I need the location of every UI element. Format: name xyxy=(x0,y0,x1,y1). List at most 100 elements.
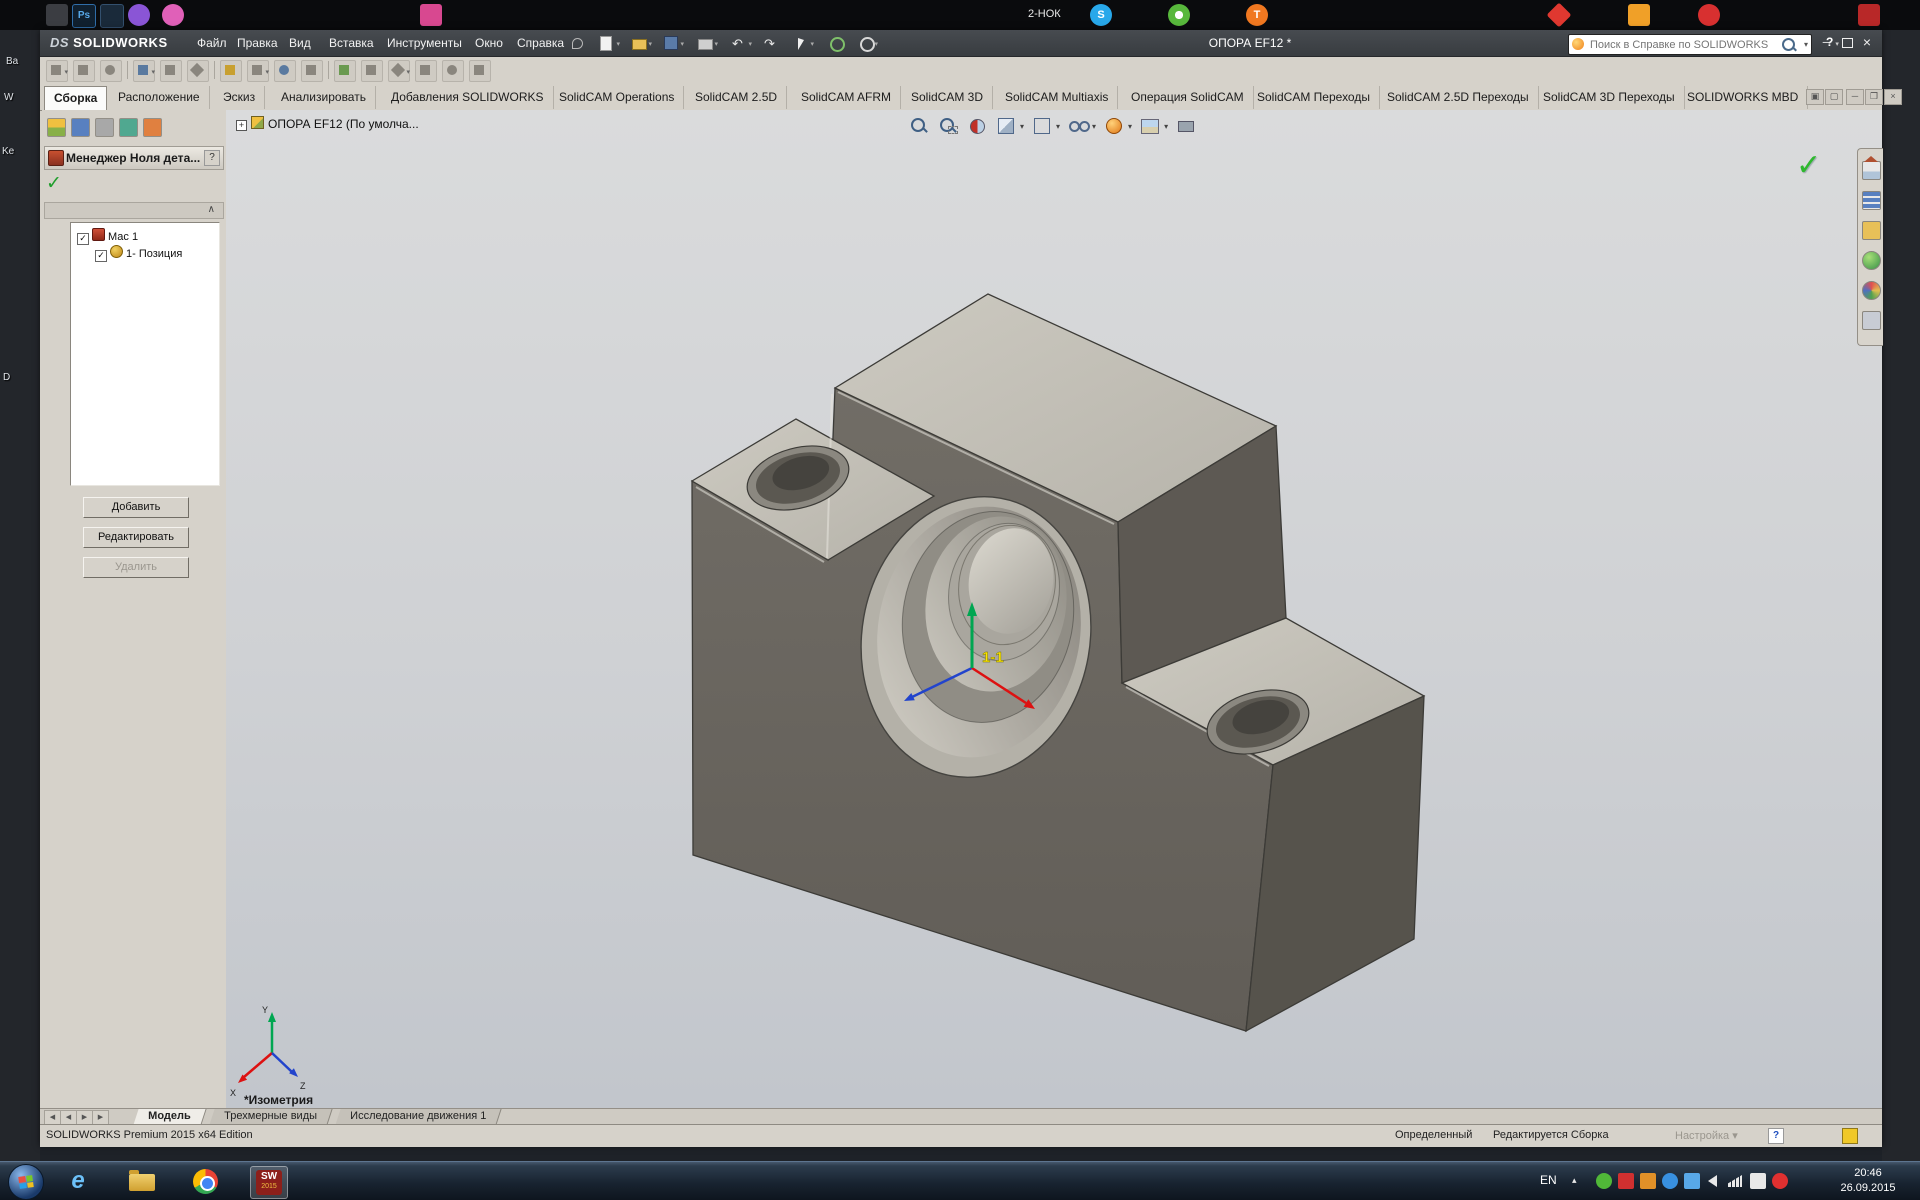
tab-solidworks-mbd[interactable]: SOLIDWORKS MBD xyxy=(1678,86,1808,109)
doc-close-button[interactable]: × xyxy=(1884,89,1902,105)
internet-explorer-icon[interactable]: e xyxy=(60,1166,96,1197)
tab-3d-views[interactable]: Трехмерные виды xyxy=(209,1109,332,1125)
toolbar-icon-5[interactable] xyxy=(160,60,182,82)
tree-row-position[interactable]: ✓1- Позиция xyxy=(95,245,182,259)
propertymanager-help-button[interactable]: ? xyxy=(204,150,220,166)
tab-motion-study-1[interactable]: Исследование движения 1 xyxy=(335,1109,501,1125)
menu-insert[interactable]: Вставка xyxy=(322,34,381,52)
select-tool-button[interactable]: ▾ xyxy=(792,35,812,51)
file-explorer-taskbar-icon[interactable] xyxy=(124,1166,160,1197)
background-app-icon-2[interactable] xyxy=(100,4,124,28)
model-3d-view[interactable]: 1-1 Y X Z xyxy=(226,110,1882,1108)
tray-icon-1[interactable] xyxy=(1596,1173,1612,1189)
checkbox-position[interactable]: ✓ xyxy=(95,250,107,262)
window-minimize-button[interactable]: ─ xyxy=(1818,35,1836,51)
tab-assembly[interactable]: Сборка xyxy=(44,86,107,111)
solidworks-taskbar-icon[interactable]: SW2015 xyxy=(250,1166,288,1199)
doc-minimize-button[interactable]: ─ xyxy=(1846,89,1864,105)
menu-file[interactable]: Файл xyxy=(190,34,234,52)
tab-solidcam-25d-transitions[interactable]: SolidCAM 2.5D Переходы xyxy=(1378,86,1539,109)
menu-pin-icon[interactable] xyxy=(572,38,583,49)
tab-solidcam-operation[interactable]: Операция SolidCAM xyxy=(1122,86,1254,109)
toolbar-icon-7[interactable] xyxy=(220,60,242,82)
show-hidden-icons-button[interactable]: ▴ xyxy=(1572,1175,1577,1186)
panel-toggle-icon-1[interactable]: ▣ xyxy=(1806,89,1824,105)
toolbar-icon-8[interactable]: ▾ xyxy=(247,60,269,82)
tab-model[interactable]: Модель xyxy=(133,1109,206,1125)
tray-icon-2[interactable] xyxy=(1618,1173,1634,1189)
background-app-icon-4[interactable] xyxy=(162,4,184,26)
toolbar-icon-10[interactable] xyxy=(301,60,323,82)
group-collapse-bar[interactable]: ∧ xyxy=(44,202,224,219)
icq-icon[interactable] xyxy=(1168,4,1190,26)
toolbar-icon-4[interactable]: ▾ xyxy=(133,60,155,82)
undo-button[interactable]: ↶▾ xyxy=(730,35,750,51)
tab-scroll-first-button[interactable]: ◀ xyxy=(44,1110,61,1125)
tab-solidcam-afrm[interactable]: SolidCAM AFRM xyxy=(792,86,901,109)
configurationmanager-tab-icon[interactable] xyxy=(95,118,114,137)
background-app-icon-9[interactable] xyxy=(1698,4,1720,26)
background-app-icon-3[interactable] xyxy=(128,4,150,26)
quick-tips-icon[interactable]: ? xyxy=(1768,1128,1784,1144)
add-button[interactable]: Добавить xyxy=(83,497,189,518)
volume-icon[interactable] xyxy=(1708,1175,1717,1187)
search-options-caret-icon[interactable]: ▾ xyxy=(1804,40,1808,49)
tab-sketch[interactable]: Эскиз xyxy=(214,86,265,109)
checkbox-mac1[interactable]: ✓ xyxy=(77,233,89,245)
new-document-button[interactable]: ▾ xyxy=(598,35,618,51)
displaymanager-tab-icon[interactable] xyxy=(143,118,162,137)
tab-scroll-last-button[interactable]: ▶ xyxy=(92,1110,109,1125)
tab-scroll-right-button[interactable]: ▶ xyxy=(76,1110,93,1125)
panel-toggle-icon-2[interactable]: ▢ xyxy=(1825,89,1843,105)
doc-restore-button[interactable]: ❐ xyxy=(1865,89,1883,105)
language-indicator[interactable]: EN xyxy=(1540,1173,1557,1187)
tab-solidcam-transitions[interactable]: SolidCAM Переходы xyxy=(1248,86,1380,109)
toolbar-icon-11[interactable] xyxy=(334,60,356,82)
toolbar-icon-15[interactable] xyxy=(442,60,464,82)
search-input[interactable] xyxy=(1588,36,1772,53)
menu-view[interactable]: Вид xyxy=(282,34,318,52)
tray-icon-3[interactable] xyxy=(1640,1173,1656,1189)
tray-icon-4[interactable] xyxy=(1662,1173,1678,1189)
tab-solidcam-3d[interactable]: SolidCAM 3D xyxy=(902,86,993,109)
start-button[interactable] xyxy=(8,1164,44,1200)
position-list-box[interactable]: ✓Мас 1 ✓1- Позиция xyxy=(70,222,220,486)
background-app-icon-8[interactable] xyxy=(1628,4,1650,26)
print-button[interactable]: ▾ xyxy=(696,35,716,51)
tab-scroll-left-button[interactable]: ◀ xyxy=(60,1110,77,1125)
skype-icon[interactable]: S xyxy=(1090,4,1112,26)
photoshop-icon[interactable]: Ps xyxy=(72,4,96,28)
toolbar-icon-6[interactable] xyxy=(187,60,209,82)
window-restore-button[interactable] xyxy=(1838,35,1856,51)
menu-window[interactable]: Окно xyxy=(468,34,510,52)
rebuild-button[interactable] xyxy=(826,35,846,51)
tray-icon-5[interactable] xyxy=(1772,1173,1788,1189)
tag-icon[interactable] xyxy=(1842,1128,1858,1144)
propertymanager-tab-icon[interactable] xyxy=(71,118,90,137)
tab-solidworks-addins[interactable]: Добавления SOLIDWORKS xyxy=(382,86,554,109)
tree-row-mac1[interactable]: ✓Мас 1 xyxy=(77,228,138,242)
toolbar-icon-13[interactable]: ▾ xyxy=(388,60,410,82)
chrome-icon[interactable] xyxy=(188,1166,224,1197)
tab-solidcam-multiaxis[interactable]: SolidCAM Multiaxis xyxy=(996,86,1118,109)
edit-button[interactable]: Редактировать xyxy=(83,527,189,548)
background-app-icon-5[interactable] xyxy=(420,4,442,26)
save-button[interactable]: ▾ xyxy=(662,35,682,51)
toolbar-icon-3[interactable] xyxy=(100,60,122,82)
tab-solidcam-25d[interactable]: SolidCAM 2.5D xyxy=(686,86,787,109)
toolbar-icon-14[interactable] xyxy=(415,60,437,82)
action-center-icon[interactable] xyxy=(1750,1173,1766,1189)
toolbar-icon-2[interactable] xyxy=(73,60,95,82)
menu-edit[interactable]: Правка xyxy=(230,34,285,52)
delete-button[interactable]: Удалить xyxy=(83,557,189,578)
graphics-viewport[interactable]: +ОПОРА EF12 (По умолча... ▾ ▾ ▾ ▾ ▾ ✓ xyxy=(226,110,1882,1108)
options-button[interactable]: ▾ xyxy=(856,35,876,51)
toolbar-icon-16[interactable] xyxy=(469,60,491,82)
toolbar-icon-12[interactable] xyxy=(361,60,383,82)
taskbar-clock[interactable]: 20:46 26.09.2015 xyxy=(1824,1166,1912,1196)
background-app-icon-7[interactable] xyxy=(1547,3,1572,28)
menu-tools[interactable]: Инструменты xyxy=(380,34,469,52)
background-app-icon-1[interactable] xyxy=(46,4,68,26)
tab-solidcam-3d-transitions[interactable]: SolidCAM 3D Переходы xyxy=(1534,86,1685,109)
bluetooth-icon[interactable] xyxy=(1684,1173,1700,1189)
